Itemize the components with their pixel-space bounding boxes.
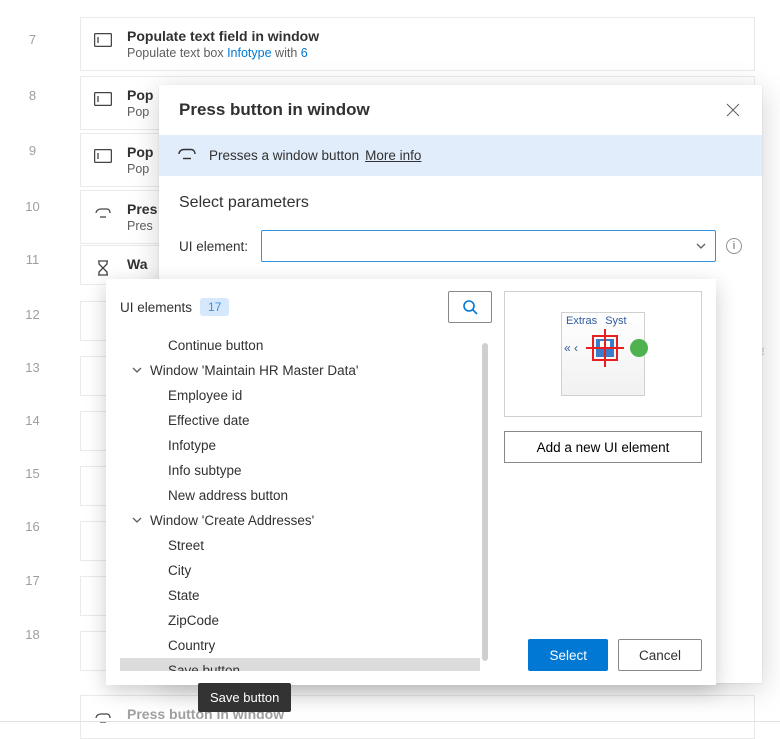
tree-item[interactable]: Info subtype: [120, 458, 480, 483]
step-title: Populate text field in window: [127, 28, 319, 44]
tree-item[interactable]: Street: [120, 533, 480, 558]
press-icon: [93, 203, 113, 223]
divider: [0, 721, 780, 722]
count-badge: 17: [200, 298, 229, 316]
step-number: 17: [0, 572, 65, 589]
step-number: 12: [0, 306, 65, 323]
action-dialog: Press button in window Presses a window …: [159, 85, 762, 683]
step-number: 16: [0, 518, 65, 535]
info-bar: Presses a window button More info: [159, 135, 762, 176]
ui-element-dropdown[interactable]: [261, 230, 716, 262]
tree-item[interactable]: ZipCode: [120, 608, 480, 633]
step-number: 15: [0, 465, 65, 482]
cancel-button[interactable]: Cancel: [618, 639, 702, 671]
scrollbar[interactable]: [482, 343, 488, 661]
tooltip: Save button: [198, 683, 291, 712]
step-number: 8: [0, 87, 65, 104]
picker-header: UI elements 17: [120, 291, 492, 323]
flow-step[interactable]: Press button in window: [80, 695, 755, 739]
ui-element-picker: UI elements 17 Continue button Window 'M…: [106, 279, 716, 685]
step-number: 14: [0, 412, 65, 429]
textbox-icon: [93, 30, 113, 50]
close-button[interactable]: [724, 101, 742, 119]
preview-thumbnail: ExtrasSyst « ‹: [561, 312, 645, 396]
chevron-down-icon: [132, 363, 144, 378]
search-button[interactable]: [448, 291, 492, 323]
picker-right-pane: ExtrasSyst « ‹ Add a new UI element Sele…: [504, 291, 702, 671]
more-info-link[interactable]: More info: [365, 148, 421, 163]
tree-item[interactable]: Effective date: [120, 408, 480, 433]
chevron-down-icon: [695, 239, 707, 257]
step-number: 18: [0, 626, 65, 643]
element-preview: ExtrasSyst « ‹: [504, 291, 702, 417]
dialog-title: Press button in window: [179, 100, 370, 120]
hourglass-icon: [93, 258, 113, 278]
tree-item[interactable]: New address button: [120, 483, 480, 508]
select-button[interactable]: Select: [528, 639, 608, 671]
ui-element-tree: Continue button Window 'Maintain HR Mast…: [120, 333, 494, 671]
step-number-gutter: 7 8 9 10 11 12 13 14 15 16 17 18: [0, 0, 65, 643]
param-label: UI element:: [179, 239, 251, 254]
step-number: 13: [0, 359, 65, 376]
parameters-section: Select parameters UI element: i: [159, 176, 762, 270]
tree-item[interactable]: City: [120, 558, 480, 583]
flow-step[interactable]: Populate text field in window Populate t…: [80, 17, 755, 71]
step-number: 7: [0, 31, 65, 48]
picker-heading: UI elements 17: [120, 298, 229, 316]
tree-item[interactable]: Country: [120, 633, 480, 658]
press-icon: [177, 147, 197, 164]
picker-left-pane: UI elements 17 Continue button Window 'M…: [120, 291, 492, 671]
section-heading: Select parameters: [179, 194, 742, 212]
step-number: 9: [0, 142, 65, 159]
tree-item[interactable]: Employee id: [120, 383, 480, 408]
step-number: 11: [0, 251, 65, 268]
step-subtitle: Populate text box Infotype with 6: [127, 46, 319, 60]
tree-group[interactable]: Window 'Create Addresses': [120, 508, 480, 533]
tree-group[interactable]: Window 'Maintain HR Master Data': [120, 358, 480, 383]
arrow-icon: « ‹: [564, 341, 578, 355]
green-circle-icon: [630, 339, 648, 357]
tree-item-selected[interactable]: Save button: [120, 658, 480, 671]
tree-item[interactable]: State: [120, 583, 480, 608]
info-icon[interactable]: i: [726, 238, 742, 254]
dialog-header: Press button in window: [159, 85, 762, 135]
step-number: 10: [0, 198, 65, 215]
step-text: Populate text field in window Populate t…: [127, 28, 319, 60]
textbox-icon: [93, 89, 113, 109]
press-icon: [93, 708, 113, 728]
dialog-buttons: Select Cancel: [504, 639, 702, 671]
info-description: Presses a window button: [209, 148, 359, 163]
target-highlight: [592, 335, 618, 361]
chevron-down-icon: [132, 513, 144, 528]
param-row: UI element: i: [179, 230, 742, 262]
add-ui-element-button[interactable]: Add a new UI element: [504, 431, 702, 463]
tree-item[interactable]: Infotype: [120, 433, 480, 458]
textbox-icon: [93, 146, 113, 166]
search-icon: [462, 299, 478, 315]
tree-item[interactable]: Continue button: [120, 333, 480, 358]
